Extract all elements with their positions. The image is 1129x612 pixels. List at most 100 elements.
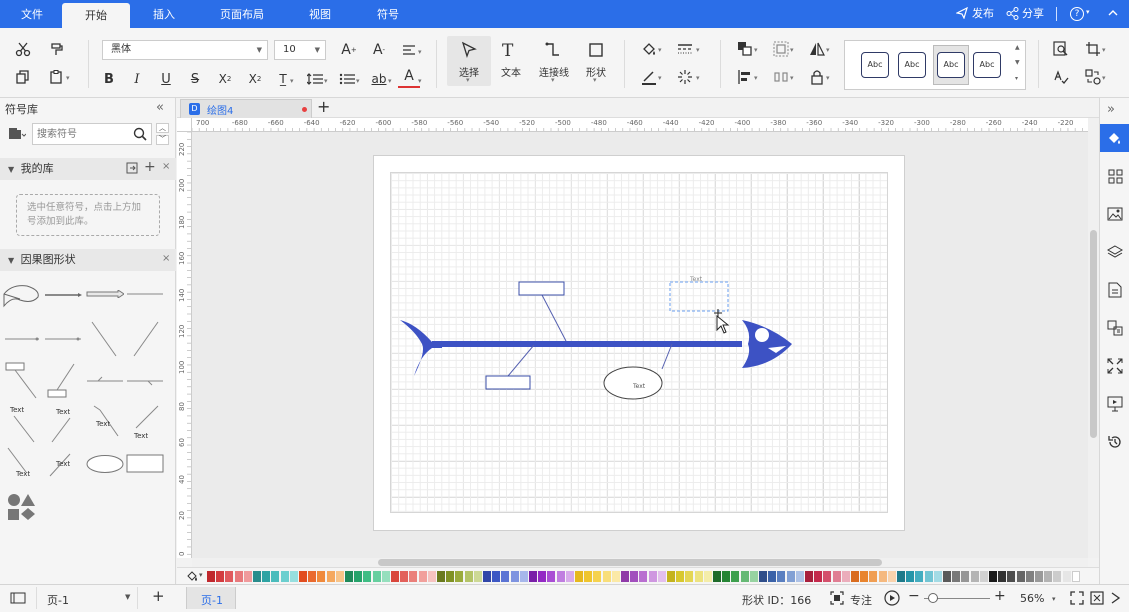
color-swatch[interactable]	[841, 571, 850, 582]
basic-shapes-icon[interactable]	[6, 492, 38, 522]
color-swatch[interactable]	[611, 571, 620, 582]
scroll-down-button[interactable]: ﹀	[156, 135, 169, 145]
rectangle-shape[interactable]	[126, 454, 164, 474]
color-swatch[interactable]	[427, 571, 436, 582]
expand-panel-icon[interactable]: »	[1107, 102, 1115, 117]
spell-check-icon[interactable]	[1050, 66, 1072, 88]
search-icon[interactable]	[133, 127, 147, 141]
color-swatch[interactable]	[483, 571, 491, 582]
color-swatch[interactable]	[703, 571, 712, 582]
color-swatch[interactable]	[740, 571, 749, 582]
color-swatch[interactable]	[234, 571, 243, 582]
color-swatch[interactable]	[648, 571, 657, 582]
focus-mode-icon[interactable]	[830, 591, 844, 605]
grid-layout-icon[interactable]	[1105, 166, 1125, 186]
fit-page-icon[interactable]	[1070, 591, 1084, 605]
fish-head-shape[interactable]	[2, 282, 42, 308]
branch-shape[interactable]	[126, 376, 164, 386]
upper-cause-box[interactable]	[518, 281, 565, 296]
color-swatch[interactable]	[851, 571, 859, 582]
color-swatch[interactable]	[1044, 571, 1053, 582]
replace-shape-icon[interactable]	[1082, 66, 1104, 88]
color-swatch[interactable]	[556, 571, 565, 582]
color-swatch[interactable]	[989, 571, 997, 582]
color-swatch[interactable]	[409, 571, 418, 582]
color-swatch[interactable]	[1035, 571, 1043, 582]
color-swatch[interactable]	[915, 571, 924, 582]
color-swatch[interactable]	[970, 571, 979, 582]
color-swatch[interactable]	[372, 571, 381, 582]
color-swatch[interactable]	[492, 571, 501, 582]
color-swatch[interactable]	[924, 571, 933, 582]
scroll-up-button[interactable]: ︿	[156, 123, 169, 133]
color-swatch[interactable]	[538, 571, 547, 582]
color-swatch[interactable]	[243, 571, 252, 582]
color-swatch[interactable]	[354, 571, 363, 582]
history-icon[interactable]	[1105, 432, 1125, 452]
fit-icon[interactable]	[1105, 356, 1125, 376]
labeled-bone-shape[interactable]	[4, 362, 38, 400]
color-swatch[interactable]	[529, 571, 537, 582]
collapse-status-icon[interactable]	[1110, 591, 1122, 605]
zoom-out-icon[interactable]: −	[908, 588, 920, 604]
color-swatch[interactable]	[878, 571, 887, 582]
decrease-font-icon[interactable]: A-	[368, 39, 390, 61]
color-swatch[interactable]	[602, 571, 611, 582]
fish-tail[interactable]	[400, 320, 442, 376]
distribute-icon[interactable]	[770, 66, 792, 88]
bone-line-shape[interactable]	[44, 336, 82, 342]
color-swatch[interactable]	[593, 571, 602, 582]
text-box-selection[interactable]	[669, 281, 729, 312]
color-swatch[interactable]	[768, 571, 777, 582]
font-size-select[interactable]: 10 ▼	[274, 40, 326, 60]
color-swatch[interactable]	[869, 571, 878, 582]
tab-symbol[interactable]: 符号	[364, 0, 412, 28]
color-swatch[interactable]	[713, 571, 721, 582]
data-icon[interactable]	[1105, 318, 1125, 338]
play-icon[interactable]	[884, 590, 900, 606]
color-swatch[interactable]	[1025, 571, 1034, 582]
color-swatch[interactable]	[630, 571, 639, 582]
lower-cause-box[interactable]	[485, 375, 531, 390]
text-bone-shape[interactable]	[134, 404, 160, 430]
gallery-expand-icon[interactable]: ▾	[1015, 75, 1018, 82]
color-swatch[interactable]	[299, 571, 307, 582]
font-color-icon[interactable]: A	[398, 66, 420, 88]
share-button[interactable]: 分享	[1022, 0, 1044, 28]
align-shapes-caret-icon[interactable]: ▾	[754, 74, 758, 82]
diagonal-bone-shape[interactable]	[132, 320, 160, 358]
upper-bone-line[interactable]	[541, 294, 567, 342]
color-swatch[interactable]	[860, 571, 869, 582]
color-swatch[interactable]	[685, 571, 694, 582]
flip-caret-icon[interactable]: ▾	[826, 46, 830, 54]
gallery-up-icon[interactable]: ▲	[1015, 44, 1020, 51]
color-swatch[interactable]	[400, 571, 409, 582]
fullscreen-icon[interactable]	[1090, 591, 1104, 605]
style-preset-1[interactable]: Abc	[861, 52, 889, 78]
drawing-page[interactable]: Text Text	[373, 155, 905, 531]
bring-front-caret-icon[interactable]: ▾	[754, 46, 758, 54]
tab-page-layout[interactable]: 页面布局	[212, 0, 272, 28]
group-caret-icon[interactable]: ▾	[790, 46, 794, 54]
font-color-caret-icon[interactable]: ▾	[418, 77, 422, 85]
paste-caret-icon[interactable]: ▾	[66, 74, 70, 82]
color-swatch[interactable]	[657, 571, 666, 582]
ellipse-shape[interactable]	[86, 454, 124, 474]
color-swatch[interactable]	[317, 571, 326, 582]
focus-mode-label[interactable]: 专注	[850, 592, 872, 608]
horizontal-scrollbar[interactable]	[192, 558, 1088, 567]
import-icon[interactable]	[126, 162, 139, 175]
gallery-down-icon[interactable]: ▼	[1015, 59, 1020, 66]
tab-insert[interactable]: 插入	[140, 0, 188, 28]
library-menu-icon[interactable]	[8, 127, 26, 141]
page-view-icon[interactable]	[10, 592, 26, 604]
color-swatch[interactable]	[418, 571, 427, 582]
line-spacing-icon[interactable]	[304, 68, 326, 90]
layers-icon[interactable]	[1105, 242, 1125, 262]
vertical-scroll-thumb[interactable]	[1090, 230, 1097, 438]
connector-tool[interactable]: 连接线 ▾	[531, 36, 577, 86]
group-icon[interactable]	[770, 38, 792, 60]
document-tab[interactable]: D 绘图4	[180, 99, 312, 118]
color-swatch[interactable]	[501, 571, 510, 582]
bone-line-shape[interactable]	[4, 336, 40, 342]
